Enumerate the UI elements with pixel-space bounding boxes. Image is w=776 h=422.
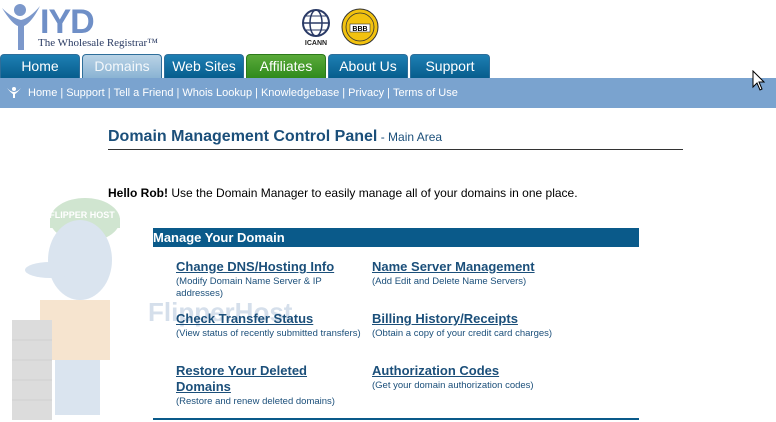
globe-icon [302, 9, 330, 37]
welcome-message: Hello Rob! Use the Domain Manager to eas… [108, 186, 578, 200]
menu-item-transfer-status: Check Transfer Status (View status of re… [176, 311, 366, 340]
tab-about-us[interactable]: About Us [328, 54, 408, 78]
menu-item-name-server: Name Server Management (Add Edit and Del… [372, 259, 602, 288]
change-dns-link[interactable]: Change DNS/Hosting Info [176, 259, 366, 275]
restore-deleted-domains-link[interactable]: Restore Your Deleted Domains [176, 363, 326, 395]
tab-affiliates[interactable]: Affiliates [246, 54, 326, 78]
mascot-cap-text: FLIPPER HOST [49, 210, 115, 220]
tab-web-sites[interactable]: Web Sites [164, 54, 244, 78]
page-title-bar: Domain Management Control Panel - Main A… [108, 128, 683, 150]
subnav-link-support[interactable]: Support [66, 87, 105, 99]
subnav-link-whois-lookup[interactable]: Whois Lookup [182, 87, 252, 99]
check-transfer-status-link[interactable]: Check Transfer Status [176, 311, 366, 327]
mouse-cursor-icon [752, 70, 766, 91]
bbb-seal-icon: BBB [341, 8, 379, 46]
authorization-codes-link[interactable]: Authorization Codes [372, 363, 602, 379]
menu-item-change-dns: Change DNS/Hosting Info (Modify Domain N… [176, 259, 366, 300]
billing-history-link[interactable]: Billing History/Receipts [372, 311, 602, 327]
logo-mini-icon [7, 87, 21, 98]
change-dns-description: (Modify Domain Name Server & IP addresse… [176, 276, 322, 299]
page-subtitle: - Main Area [377, 130, 443, 144]
sub-navigation: Home | Support | Tell a Friend | Whois Lookup |… [0, 78, 776, 108]
subnav-link-tell-a-friend[interactable]: Tell a Friend [114, 87, 174, 99]
subnav-link-knowledgebase[interactable]: Knowledgebase [261, 87, 339, 99]
name-server-management-link[interactable]: Name Server Management [372, 259, 602, 275]
greeting-name: Hello Rob! [108, 186, 168, 200]
site-logo[interactable]: IYD The Wholesale Registrar™ [0, 0, 160, 54]
subnav-link-home[interactable]: Home [28, 87, 57, 99]
panel-bottom-rule [153, 418, 639, 420]
logo-tagline: The Wholesale Registrar™ [38, 37, 158, 49]
tab-domains[interactable]: Domains [82, 54, 162, 78]
name-server-description: (Add Edit and Delete Name Servers) [372, 276, 527, 287]
menu-item-restore-domains: Restore Your Deleted Domains (Restore an… [176, 363, 335, 408]
tab-support[interactable]: Support [410, 54, 490, 78]
subnav-link-terms-of-use[interactable]: Terms of Use [393, 87, 458, 99]
transfer-status-description: (View status of recently submitted trans… [176, 328, 361, 339]
menu-item-authorization-codes: Authorization Codes (Get your domain aut… [372, 363, 602, 392]
bbb-badge[interactable]: BBB [341, 8, 379, 46]
icann-label: ICANN [304, 40, 328, 47]
restore-domains-description: (Restore and renew deleted domains) [176, 396, 335, 407]
icann-badge[interactable]: ICANN [296, 8, 336, 50]
subnav-link-privacy[interactable]: Privacy [348, 87, 384, 99]
page-title: Domain Management Control Panel - Main A… [108, 128, 443, 145]
menu-item-billing-history: Billing History/Receipts (Obtain a copy … [372, 311, 602, 340]
tab-home[interactable]: Home [0, 54, 80, 78]
bbb-text: BBB [352, 26, 367, 33]
manage-domain-heading: Manage Your Domain [153, 228, 639, 247]
authorization-codes-description: (Get your domain authorization codes) [372, 380, 534, 391]
dolphin-mascot-icon: FLIPPER HOST [12, 198, 120, 420]
billing-history-description: (Obtain a copy of your credit card charg… [372, 328, 553, 339]
